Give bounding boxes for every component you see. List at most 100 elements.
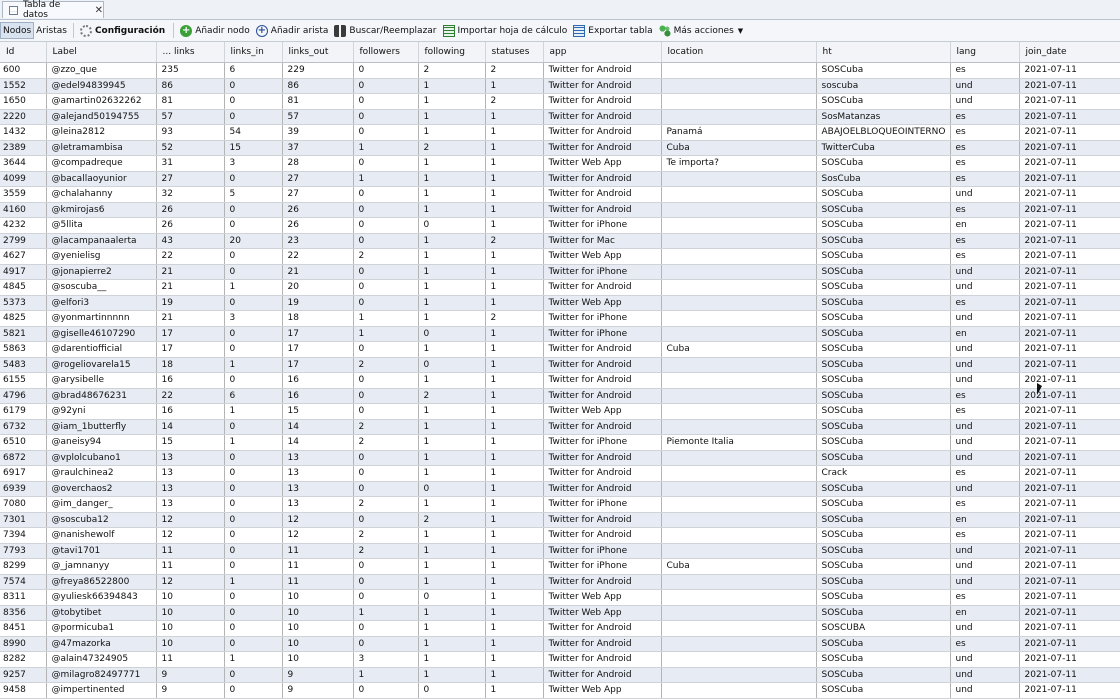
table-cell[interactable]: 19 (156, 295, 225, 311)
table-cell[interactable]: 1 (418, 264, 486, 280)
table-cell[interactable]: SOSCuba (816, 186, 951, 203)
table-cell[interactable]: 1 (485, 636, 544, 652)
table-cell[interactable]: 0 (353, 279, 419, 296)
table-cell[interactable]: SOSCuba (816, 233, 951, 249)
table-cell[interactable]: 0 (353, 450, 419, 466)
table-cell[interactable]: 10 (156, 620, 225, 637)
table-cell[interactable]: es (950, 171, 1020, 187)
table-row[interactable]: 4160 @kmirojas6 26 0 26 0 1 1 Twitter for Androi… (0, 202, 1120, 218)
table-cell[interactable]: 9458 (0, 682, 47, 699)
tab-data-table[interactable]: Tabla de datos ✕ (2, 0, 104, 20)
table-cell[interactable]: 0 (353, 155, 419, 172)
table-cell[interactable]: und (950, 434, 1020, 451)
table-cell[interactable]: 2021-07-11 (1019, 558, 1120, 575)
table-cell[interactable]: 6917 (0, 465, 47, 482)
table-cell[interactable]: 12 (156, 574, 225, 590)
table-cell[interactable]: 4627 (0, 248, 47, 265)
table-row[interactable]: 5373 @elfori3 19 0 19 0 1 1 Twitter Web App SOSCu… (0, 295, 1120, 311)
table-cell[interactable]: 0 (224, 372, 283, 389)
table-cell[interactable]: 11 (282, 574, 354, 590)
table-cell[interactable] (661, 279, 817, 296)
table-cell[interactable]: @edel94839945 (46, 78, 157, 94)
table-cell[interactable]: 2 (418, 388, 486, 404)
table-cell[interactable]: 18 (282, 310, 354, 327)
table-cell[interactable]: es (950, 589, 1020, 606)
table-cell[interactable]: 6872 (0, 450, 47, 466)
search-replace-button[interactable]: Buscar/Reemplazar (332, 22, 440, 39)
table-row[interactable]: 8299 @_jamnanyy 11 0 11 0 1 1 Twitter for iPhone… (0, 558, 1120, 575)
column-header[interactable]: location (661, 42, 817, 63)
table-cell[interactable]: 0 (224, 527, 283, 544)
table-cell[interactable]: 1 (485, 171, 544, 187)
table-cell[interactable]: 0 (224, 109, 283, 125)
table-cell[interactable]: es (950, 109, 1020, 125)
table-cell[interactable]: @nanishewolf (46, 527, 157, 544)
table-cell[interactable]: 0 (224, 636, 283, 652)
table-cell[interactable]: 2 (418, 512, 486, 528)
table-cell[interactable]: 1 (485, 109, 544, 125)
table-cell[interactable]: 1 (353, 326, 419, 342)
table-cell[interactable]: 2021-07-11 (1019, 667, 1120, 683)
table-cell[interactable]: SOSCuba (816, 341, 951, 358)
table-cell[interactable] (661, 512, 817, 528)
table-cell[interactable]: SOSCuba (816, 202, 951, 218)
table-cell[interactable]: @brad48676231 (46, 388, 157, 404)
table-cell[interactable]: Twitter Web App (543, 248, 662, 265)
table-cell[interactable]: 15 (224, 140, 283, 156)
table-cell[interactable]: 0 (353, 372, 419, 389)
table-cell[interactable] (661, 326, 817, 342)
table-cell[interactable]: Twitter for Android (543, 202, 662, 218)
table-row[interactable]: 4845 @soscuba__ 21 1 20 0 1 1 Twitter for Androi… (0, 279, 1120, 296)
table-cell[interactable]: 10 (282, 620, 354, 637)
table-cell[interactable]: 0 (353, 341, 419, 358)
table-cell[interactable]: 11 (282, 558, 354, 575)
table-cell[interactable]: 2021-07-11 (1019, 419, 1120, 435)
table-row[interactable]: 7394 @nanishewolf 12 0 12 2 1 1 Twitter for Andr… (0, 527, 1120, 544)
table-cell[interactable]: Twitter Web App (543, 403, 662, 420)
table-cell[interactable]: SOSCuba (816, 62, 951, 79)
table-cell[interactable]: 1 (485, 450, 544, 466)
table-cell[interactable]: ABAJOELBLOQUEOINTERNO (816, 124, 951, 141)
table-cell[interactable]: 1 (485, 574, 544, 590)
table-row[interactable]: 4099 @bacallaoyunior 27 0 27 1 1 1 Twitter for A… (0, 171, 1120, 187)
table-cell[interactable]: 4232 (0, 217, 47, 234)
table-row[interactable]: 4796 @brad48676231 22 6 16 0 2 1 Twitter for And… (0, 388, 1120, 404)
table-cell[interactable]: 23 (282, 233, 354, 249)
table-row[interactable]: 6732 @iam_1butterfly 14 0 14 2 1 1 Twitter for A… (0, 419, 1120, 435)
table-cell[interactable]: SOSCuba (816, 543, 951, 559)
table-cell[interactable]: 1 (485, 543, 544, 559)
table-cell[interactable]: 1 (418, 636, 486, 652)
column-header[interactable]: ht (816, 42, 951, 63)
table-cell[interactable]: 1 (353, 140, 419, 156)
table-cell[interactable]: @elfori3 (46, 295, 157, 311)
table-row[interactable]: 9257 @milagro82497771 9 0 9 1 1 1 Twitter for An… (0, 667, 1120, 683)
column-header[interactable]: join_date (1019, 42, 1120, 63)
table-cell[interactable]: 0 (353, 109, 419, 125)
table-cell[interactable]: 6155 (0, 372, 47, 389)
table-cell[interactable]: 1 (485, 682, 544, 699)
table-cell[interactable]: 2021-07-11 (1019, 372, 1120, 389)
table-cell[interactable]: 32 (156, 186, 225, 203)
table-cell[interactable]: 8282 (0, 651, 47, 668)
table-cell[interactable]: 1 (418, 403, 486, 420)
table-cell[interactable]: und (950, 372, 1020, 389)
table-cell[interactable]: 0 (353, 636, 419, 652)
table-cell[interactable]: 27 (282, 186, 354, 203)
table-cell[interactable]: 13 (282, 496, 354, 513)
table-cell[interactable]: 10 (282, 605, 354, 621)
table-cell[interactable]: und (950, 186, 1020, 203)
table-cell[interactable] (661, 109, 817, 125)
table-cell[interactable]: es (950, 140, 1020, 156)
table-row[interactable]: 7301 @soscuba12 12 0 12 0 2 1 Twitter for Androi… (0, 512, 1120, 528)
table-cell[interactable]: 2021-07-11 (1019, 295, 1120, 311)
table-row[interactable]: 3559 @chalahanny 32 5 27 0 1 1 Twitter for Andro… (0, 186, 1120, 203)
table-cell[interactable]: 6732 (0, 419, 47, 435)
table-cell[interactable]: SOSCuba (816, 326, 951, 342)
table-cell[interactable]: es (950, 248, 1020, 265)
table-cell[interactable]: @alain47324905 (46, 651, 157, 668)
table-cell[interactable]: 10 (282, 651, 354, 668)
table-cell[interactable]: 0 (353, 124, 419, 141)
table-cell[interactable]: 1 (418, 155, 486, 172)
table-cell[interactable]: 2021-07-11 (1019, 217, 1120, 234)
table-cell[interactable]: @darentiofficial (46, 341, 157, 358)
